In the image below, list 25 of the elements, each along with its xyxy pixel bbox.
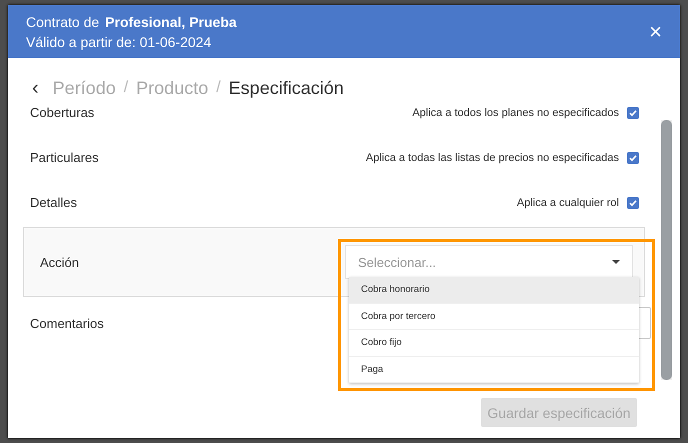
checkbox[interactable] bbox=[627, 106, 639, 118]
row-label: Particulares bbox=[30, 150, 100, 165]
checkbox[interactable] bbox=[627, 196, 639, 208]
scrollbar[interactable] bbox=[661, 120, 672, 380]
title-prefix: Contrato de bbox=[26, 14, 100, 30]
title-name: Profesional, Prueba bbox=[105, 14, 237, 30]
dialog-subtitle: Válido a partir de: 01-06-2024 bbox=[26, 34, 212, 50]
row-label: Coberturas bbox=[30, 105, 96, 120]
dropdown-option[interactable]: Cobra honorario bbox=[349, 277, 639, 304]
breadcrumb-separator: / bbox=[124, 79, 128, 97]
dropdown-option[interactable]: Cobra por tercero bbox=[349, 304, 639, 330]
row-label: Detalles bbox=[30, 195, 78, 210]
dropdown-option[interactable]: Cobro fijo bbox=[349, 330, 639, 356]
option-label: Aplica a todos los planes no especificados bbox=[412, 106, 619, 118]
option-label: Aplica a todas las listas de precios no especificadas bbox=[366, 152, 619, 164]
close-button[interactable]: × bbox=[649, 20, 662, 42]
comments-label: Comentarios bbox=[30, 316, 104, 330]
action-label: Acción bbox=[40, 254, 80, 270]
caret-icon bbox=[612, 260, 620, 264]
breadcrumb-item[interactable]: Especificación bbox=[228, 78, 344, 98]
checkbox[interactable] bbox=[627, 152, 639, 164]
breadcrumb-separator: / bbox=[216, 79, 221, 97]
option-label: Aplica a cualquier rol bbox=[516, 196, 619, 208]
back-button[interactable]: ‹ bbox=[32, 78, 45, 98]
dropdown-option[interactable]: Paga bbox=[349, 356, 639, 383]
